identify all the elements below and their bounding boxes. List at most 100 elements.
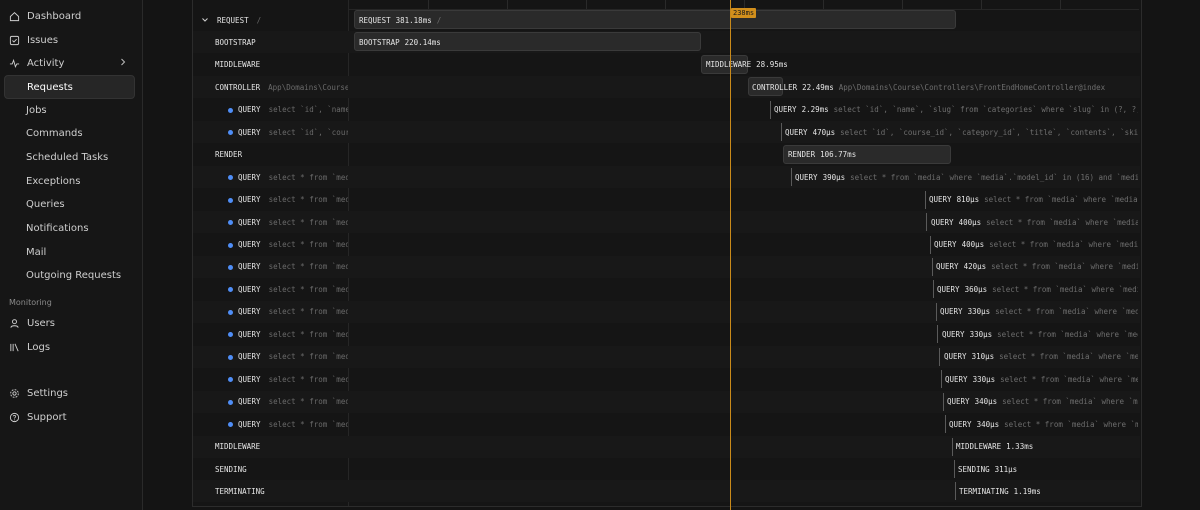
sidebar-item-label: Notifications xyxy=(26,222,89,234)
ruler-tick xyxy=(902,0,903,9)
span-duration: 330µs xyxy=(967,307,991,317)
span-bar-name: QUERY xyxy=(774,105,797,115)
span-name: QUERY xyxy=(238,329,261,339)
timeline-row[interactable]: QUERY select `id`, `cours QUERY 470µs select… xyxy=(193,121,1140,144)
timeline-row[interactable]: QUERY select * from `medi QUERY 330µs select… xyxy=(193,323,1140,345)
query-dot xyxy=(228,377,233,383)
sidebar-item-jobs[interactable]: Jobs xyxy=(4,99,133,121)
span-marker xyxy=(941,370,942,389)
span-name: MIDDLEWARE xyxy=(215,442,261,452)
span-detail: select * from `medi xyxy=(268,284,348,294)
timeline-row[interactable]: QUERY select * from `medi QUERY 420µs select… xyxy=(193,255,1140,278)
span-label: QUERY select * from `medi xyxy=(238,234,348,256)
query-dot xyxy=(228,287,233,293)
span-bar-name: MIDDLEWARE xyxy=(956,442,1002,452)
span-bar-label: REQUEST 381.18ms / xyxy=(359,9,441,31)
ruler-tick xyxy=(1060,0,1061,9)
span-duration: 470µs xyxy=(812,127,836,137)
time-cursor-line[interactable] xyxy=(730,0,731,510)
span-marker xyxy=(943,392,944,411)
span-marker xyxy=(926,213,927,232)
span-bar-label: BOOTSTRAP 220.14ms xyxy=(359,31,441,53)
sidebar-item-dashboard[interactable]: Dashboard xyxy=(4,5,133,27)
span-marker xyxy=(954,460,955,478)
span-bar[interactable] xyxy=(354,10,956,29)
span-bar-label: QUERY 330µs select * from `media` where `m… xyxy=(940,301,1138,323)
time-cursor-label: 238ms xyxy=(731,8,757,18)
span-bar-label: MIDDLEWARE 28.95ms xyxy=(706,54,788,76)
sidebar-item-commands[interactable]: Commands xyxy=(4,122,133,144)
sidebar-item-mail[interactable]: Mail xyxy=(4,241,133,263)
span-duration: 28.95ms xyxy=(756,60,788,70)
span-label: QUERY select * from `medi xyxy=(238,346,348,368)
span-bar-name: QUERY xyxy=(936,262,959,272)
sidebar-item-logs[interactable]: Logs xyxy=(4,336,133,358)
timeline-row[interactable]: QUERY select * from `medi QUERY 340µs select… xyxy=(193,413,1140,435)
timeline-row[interactable]: REQUEST / REQUEST 381.18ms / xyxy=(193,9,1140,31)
sidebar-item-requests[interactable]: Requests xyxy=(4,75,135,99)
span-marker xyxy=(952,437,953,456)
sidebar-item-label: Scheduled Tasks xyxy=(26,151,109,163)
span-bar-label: QUERY 420µs select * from `media` where `m… xyxy=(936,256,1138,278)
span-duration: 311µs xyxy=(994,464,1018,474)
timeline-row[interactable]: QUERY select * from `medi QUERY 330µs select… xyxy=(193,368,1140,390)
span-name: SENDING xyxy=(215,464,247,474)
span-detail: select * from `medi xyxy=(268,397,348,407)
sidebar-item-notifications[interactable]: Notifications xyxy=(4,217,133,239)
timeline-row[interactable]: QUERY select * from `medi QUERY 310µs select… xyxy=(193,345,1140,368)
span-name: QUERY xyxy=(238,419,261,429)
query-dot xyxy=(228,242,233,248)
timeline-row[interactable]: QUERY select * from `medi QUERY 400µs select… xyxy=(193,211,1140,234)
span-bar-name: QUERY xyxy=(940,307,963,317)
span-detail: select * from `medi xyxy=(268,374,348,384)
timeline-row[interactable]: BOOTSTRAP BOOTSTRAP 220.14ms xyxy=(193,31,1140,54)
timeline-row[interactable]: CONTROLLERApp\Domains\Course\CCONTROLLER… xyxy=(193,76,1140,99)
timeline-row[interactable]: QUERY select `id`, `name` QUERY 2.29ms selec… xyxy=(193,99,1140,121)
span-detail: App\Domains\Course\C xyxy=(268,82,348,92)
span-bar-name: SENDING xyxy=(958,464,990,474)
span-bar-name: QUERY xyxy=(947,397,970,407)
timeline-row[interactable]: RENDER RENDER 106.77ms xyxy=(193,144,1140,166)
sidebar-item-issues[interactable]: Issues xyxy=(4,29,133,51)
span-bar-detail: select * from `media` where `media`. xyxy=(986,217,1138,227)
timeline-row[interactable]: MIDDLEWARE MIDDLEWARE 1.33ms xyxy=(193,435,1140,458)
timeline-row[interactable]: QUERY select * from `medi QUERY 360µs select… xyxy=(193,278,1140,300)
sidebar-item-activity[interactable]: Activity xyxy=(4,52,133,74)
sidebar-item-label: Support xyxy=(27,411,67,423)
span-marker xyxy=(939,347,940,366)
span-bar-label: QUERY 470µs select `id`, `course_id`, `cat… xyxy=(785,121,1138,143)
sidebar-item-exceptions[interactable]: Exceptions xyxy=(4,170,133,192)
span-duration: 1.19ms xyxy=(1013,486,1041,496)
timeline-row[interactable]: TERMINATING TERMINATING 1.19ms xyxy=(193,480,1140,503)
span-marker xyxy=(945,415,946,434)
span-detail: select `id`, `cours xyxy=(268,127,348,137)
sidebar-item-settings[interactable]: Settings xyxy=(4,382,133,404)
span-label: BOOTSTRAP xyxy=(215,31,256,53)
span-name: QUERY xyxy=(238,397,261,407)
timeline-row[interactable]: QUERY select * from `medi QUERY 400µs select… xyxy=(193,234,1140,256)
sidebar-item-users[interactable]: Users xyxy=(4,312,133,334)
span-bar-detail: select `id`, `course_id`, `category_id`,… xyxy=(840,127,1138,137)
sidebar-item-scheduled-tasks[interactable]: Scheduled Tasks xyxy=(4,146,133,168)
span-bar-name: RENDER xyxy=(788,150,816,160)
span-duration: 1.33ms xyxy=(1006,442,1034,452)
span-bar-label: QUERY 340µs select * from `media` where `m… xyxy=(947,391,1138,413)
span-bar-detail: select * from `media` where `media`.`mod… xyxy=(850,172,1138,182)
sidebar-item-queries[interactable]: Queries xyxy=(4,193,133,215)
sidebar-item-label: Outgoing Requests xyxy=(26,269,122,281)
timeline-row[interactable]: QUERY select * from `medi QUERY 390µs select… xyxy=(193,166,1140,189)
timeline-row[interactable]: QUERY select * from `medi QUERY 330µs select… xyxy=(193,300,1140,323)
timeline-row[interactable]: MIDDLEWARE MIDDLEWARE 28.95ms xyxy=(193,54,1140,76)
user-icon xyxy=(9,318,20,329)
span-bar-detail: / xyxy=(436,15,442,25)
timeline-row[interactable]: SENDING SENDING 311µs xyxy=(193,458,1140,480)
chevron-down-icon[interactable] xyxy=(201,16,209,24)
timeline-row[interactable]: QUERY select * from `medi QUERY 810µs select… xyxy=(193,189,1140,211)
home-icon xyxy=(9,11,20,22)
span-label: TERMINATING xyxy=(215,480,265,502)
span-duration: 360µs xyxy=(964,284,988,294)
timeline-row[interactable]: QUERY select * from `medi QUERY 340µs select… xyxy=(193,390,1140,413)
sidebar-item-outgoing-requests[interactable]: Outgoing Requests xyxy=(4,264,133,286)
span-bar-name: REQUEST xyxy=(359,15,391,25)
sidebar-item-support[interactable]: Support xyxy=(4,406,133,428)
